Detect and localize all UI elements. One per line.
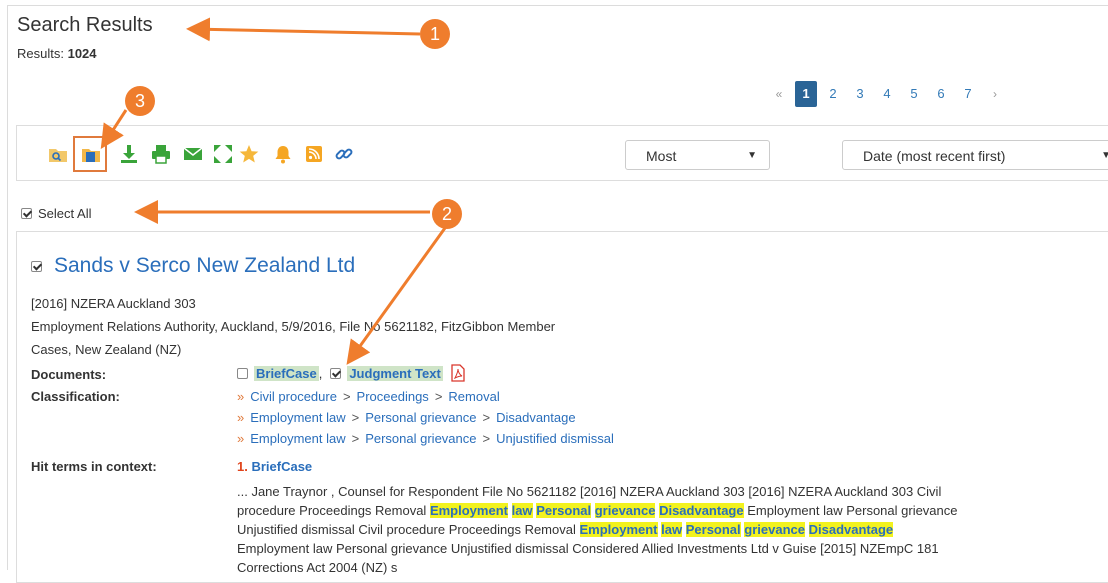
- filter-select-value: Most: [646, 148, 677, 164]
- result-court-line: Employment Relations Authority, Auckland…: [31, 319, 556, 334]
- hit-highlight: Employment: [429, 503, 508, 518]
- classification-link[interactable]: Employment law: [250, 410, 345, 425]
- annotation-badge-2: 2: [432, 199, 462, 229]
- context-line: procedure Proceedings Removal Employment…: [237, 501, 1097, 520]
- result-header: Sands v Serco New Zealand Ltd: [31, 254, 355, 278]
- results-label: Results:: [17, 46, 64, 61]
- context-text: procedure Proceedings Removal: [237, 503, 427, 518]
- annotation-badge-1: 1: [420, 19, 450, 49]
- context-line: ... Jane Traynor , Counsel for Responden…: [237, 484, 942, 499]
- pagination-page-2[interactable]: 2: [822, 81, 844, 107]
- expand-icon[interactable]: [212, 143, 234, 165]
- select-all-checkbox[interactable]: [21, 208, 32, 219]
- result-series: Cases, New Zealand (NZ): [31, 342, 182, 357]
- hit-highlight: Personal: [536, 503, 592, 518]
- classification-row-3: » Employment law > Personal grievance > Unjus…: [237, 431, 614, 446]
- select-all[interactable]: Select All: [21, 206, 91, 221]
- hit-title-link[interactable]: BriefCase: [251, 459, 312, 474]
- context-line: Employment law Personal grievance Unjust…: [237, 541, 939, 556]
- email-icon[interactable]: [182, 143, 204, 165]
- folder-icon[interactable]: [80, 143, 102, 165]
- breadcrumb-separator: >: [351, 431, 360, 446]
- results-toolbar: Most ▼ Date (most recent first) ▼: [16, 125, 1108, 181]
- pagination: « 1 2 3 4 5 6 7 ›: [768, 81, 1011, 107]
- pagination-page-7[interactable]: 7: [957, 81, 979, 107]
- context-line: Unjustified dismissal Civil procedure Pr…: [237, 520, 1097, 539]
- page-title: Search Results: [17, 14, 153, 36]
- hit-highlight: law: [661, 522, 683, 537]
- breadcrumb-separator: >: [351, 410, 360, 425]
- judgment-text-link[interactable]: Judgment Text: [347, 365, 443, 381]
- result-title-link[interactable]: Sands v Serco New Zealand Ltd: [54, 254, 355, 278]
- classification-link[interactable]: Personal grievance: [365, 410, 476, 425]
- hit-title: 1. BriefCase: [237, 459, 312, 474]
- search-folder-icon[interactable]: [47, 143, 69, 165]
- classification-row-2: » Employment law > Personal grievance > Disad…: [237, 410, 576, 425]
- hit-highlight: Disadvantage: [659, 503, 744, 518]
- breadcrumb-separator: >: [434, 389, 443, 404]
- briefcase-link[interactable]: BriefCase: [254, 365, 319, 381]
- classification-row-1: » Civil procedure > Proceedings > Removal: [237, 389, 500, 404]
- classification-link[interactable]: Removal: [448, 389, 499, 404]
- hit-number: 1.: [237, 459, 248, 474]
- bullet-icon: »: [237, 431, 245, 446]
- context-text: Unjustified dismissal Civil procedure Pr…: [237, 522, 576, 537]
- pagination-page-6[interactable]: 6: [930, 81, 952, 107]
- context-text: Employment law Personal grievance: [747, 503, 958, 518]
- download-icon[interactable]: [118, 143, 140, 165]
- classification-link[interactable]: Employment law: [250, 431, 345, 446]
- pagination-page-5[interactable]: 5: [903, 81, 925, 107]
- documents-separator: ,: [318, 365, 323, 381]
- bell-icon[interactable]: [272, 143, 294, 165]
- judgment-text-checkbox[interactable]: [330, 367, 342, 379]
- classification-link[interactable]: Disadvantage: [496, 410, 576, 425]
- pagination-page-1[interactable]: 1: [795, 81, 817, 107]
- bullet-icon: »: [237, 389, 245, 404]
- hit-highlight: law: [511, 503, 533, 518]
- link-icon[interactable]: [333, 143, 355, 165]
- print-icon[interactable]: [150, 143, 172, 165]
- star-icon[interactable]: [238, 143, 260, 165]
- chevron-down-icon: ▼: [1101, 150, 1108, 161]
- hit-highlight: grievance: [594, 503, 656, 518]
- sort-select[interactable]: Date (most recent first) ▼: [842, 140, 1108, 170]
- documents-label: Documents:: [31, 367, 107, 382]
- pdf-icon[interactable]: [449, 364, 467, 382]
- classification-link[interactable]: Unjustified dismissal: [496, 431, 614, 446]
- breadcrumb-separator: >: [482, 431, 491, 446]
- breadcrumb-separator: >: [342, 389, 351, 404]
- bullet-icon: »: [237, 410, 245, 425]
- classification-label: Classification:: [31, 389, 120, 404]
- select-all-label: Select All: [38, 206, 92, 221]
- pagination-page-4[interactable]: 4: [876, 81, 898, 107]
- briefcase-checkbox[interactable]: [237, 367, 248, 379]
- hit-context: ... Jane Traynor , Counsel for Responden…: [237, 482, 1097, 577]
- breadcrumb-separator: >: [482, 410, 491, 425]
- pagination-page-3[interactable]: 3: [849, 81, 871, 107]
- classification-link[interactable]: Civil procedure: [250, 389, 337, 404]
- hit-highlight: grievance: [744, 522, 805, 537]
- results-count-line: Results: 1024: [17, 46, 97, 61]
- pagination-next[interactable]: ›: [984, 81, 1006, 107]
- classification-link[interactable]: Personal grievance: [365, 431, 476, 446]
- hit-terms-label: Hit terms in context:: [31, 459, 157, 474]
- rss-icon[interactable]: [303, 143, 325, 165]
- chevron-down-icon: ▼: [747, 150, 757, 161]
- result-checkbox[interactable]: [31, 260, 42, 272]
- context-line: Corrections Act 2004 (NZ) s: [237, 560, 398, 575]
- sort-select-value: Date (most recent first): [863, 148, 1006, 164]
- classification-link[interactable]: Proceedings: [357, 389, 429, 404]
- result-citation: [2016] NZERA Auckland 303: [31, 296, 196, 311]
- hit-highlight: Personal: [685, 522, 741, 537]
- hit-highlight: Employment: [579, 522, 658, 537]
- hit-highlight: Disadvantage: [808, 522, 894, 537]
- pagination-prev[interactable]: «: [768, 81, 790, 107]
- results-count: 1024: [67, 46, 97, 61]
- filter-select[interactable]: Most ▼: [625, 140, 770, 170]
- documents-list: BriefCase , Judgment Text: [237, 364, 467, 382]
- annotation-badge-3: 3: [125, 86, 155, 116]
